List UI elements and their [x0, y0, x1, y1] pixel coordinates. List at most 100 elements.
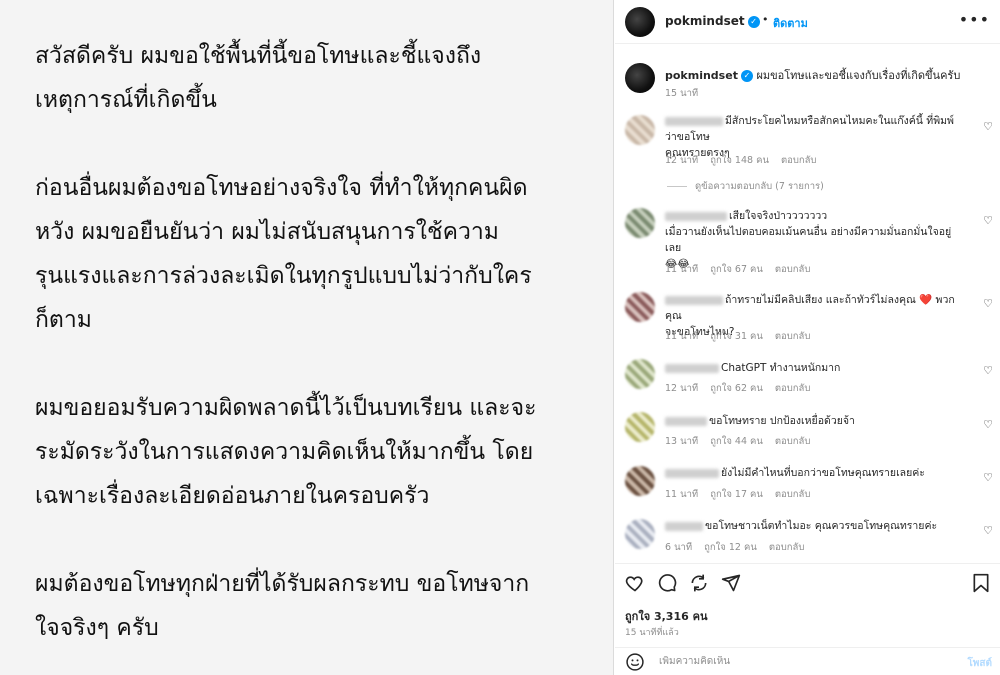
blurred-username[interactable] [665, 295, 723, 305]
comment-body: ขอโทษชาวเน็ตทำไมอะ คุณควรขอโทษคุณทรายค่ะ [665, 518, 965, 534]
statement-line: รุนแรงและการล่วงละเมิดในทุกรูปแบบไม่ว่าก… [35, 263, 532, 289]
comment-likes[interactable]: ถูกใจ 44 คน [710, 436, 763, 447]
comment-time: 12 นาที [665, 383, 699, 394]
reply-button[interactable]: ตอบกลับ [775, 264, 811, 275]
comment-meta: 12 นาที ถูกใจ 148 คน ตอบกลับ [665, 153, 828, 168]
commenter-avatar[interactable] [625, 115, 655, 145]
reply-button[interactable]: ตอบกลับ [775, 331, 811, 342]
commenter-avatar[interactable] [625, 519, 655, 549]
post-actions: ถูกใจ 3,316 คน 15 นาทีที่แล้ว โพสต์ [615, 563, 1000, 675]
comment-like-heart-icon[interactable]: ♡ [983, 214, 993, 227]
comment-like-heart-icon[interactable]: ♡ [983, 364, 993, 377]
comment-time: 6 นาที [665, 542, 693, 553]
statement-line: หวัง ผมขอยืนยันว่า ผมไม่สนับสนุนการใช้คว… [35, 219, 499, 245]
comment-likes[interactable]: ถูกใจ 148 คน [710, 155, 769, 166]
caption-time: 15 นาที [665, 88, 699, 99]
blurred-username[interactable] [665, 211, 727, 221]
commenter-avatar[interactable] [625, 359, 655, 389]
caption: pokmindset ✓ ผมขอโทษและขอชี้แจงกับเรื่องท… [665, 66, 960, 84]
comment-likes[interactable]: ถูกใจ 12 คน [704, 542, 757, 553]
statement-line: ก่อนอื่นผมต้องขอโทษอย่างจริงใจ ที่ทำให้ท… [35, 175, 528, 201]
blurred-username[interactable] [665, 116, 723, 126]
author-avatar[interactable] [625, 7, 655, 37]
comment-likes[interactable]: ถูกใจ 62 คน [710, 383, 763, 394]
comment-time: 11 นาที [665, 489, 699, 500]
caption-text: ผมขอโทษและขอชี้แจงกับเรื่องที่เกิดขึ้นคร… [756, 69, 961, 82]
blurred-username[interactable] [665, 416, 707, 426]
comment-input[interactable] [659, 656, 939, 667]
send-icon[interactable] [721, 573, 741, 593]
comment-meta: 6 นาที ถูกใจ 12 คน ตอบกลับ [665, 540, 816, 555]
comment-time: 11 นาที [665, 264, 699, 275]
comment-body: ยังไม่มีคำไหนที่บอกว่าขอโทษคุณทรายเลยค่ะ [665, 465, 965, 481]
blurred-username[interactable] [665, 468, 719, 478]
replies-divider [667, 186, 687, 187]
separator-dot: • [762, 13, 769, 26]
comment-meta: 11 นาที ถูกใจ 31 คน ตอบกลับ [665, 329, 822, 344]
reply-button[interactable]: ตอบกลับ [775, 489, 811, 500]
statement-paragraph: ผมขอยอมรับความผิดพลาดนี้ไว้เป็นบทเรียน แ… [35, 386, 595, 518]
commenter-avatar[interactable] [625, 292, 655, 322]
verified-badge-icon: ✓ [747, 15, 760, 28]
heart-icon[interactable] [625, 573, 645, 593]
comment-body: ChatGPT ทำงานหนักมาก [665, 360, 965, 376]
reply-button[interactable]: ตอบกลับ [775, 383, 811, 394]
comment-like-heart-icon[interactable]: ♡ [983, 471, 993, 484]
comment-time: 11 นาที [665, 331, 699, 342]
statement-line: เฉพาะเรื่องละเอียดอ่อนภายในครอบครัว [35, 483, 430, 509]
comment-text: ขอโทษชาวเน็ตทำไมอะ คุณควรขอโทษคุณทรายค่ะ [705, 520, 938, 532]
reply-button[interactable]: ตอบกลับ [769, 542, 805, 553]
comment-meta: 11 นาที ถูกใจ 17 คน ตอบกลับ [665, 487, 822, 502]
comment-icon[interactable] [657, 573, 677, 593]
statement-line: ใจจริงๆ ครับ [35, 615, 159, 641]
comment-like-heart-icon[interactable]: ♡ [983, 524, 993, 537]
blurred-username[interactable] [665, 363, 719, 373]
comment-bar: โพสต์ [615, 647, 1000, 675]
statement-line: ผมต้องขอโทษทุกฝ่ายที่ได้รับผลกระทบ ขอโทษ… [35, 571, 530, 597]
comment-likes[interactable]: ถูกใจ 31 คน [710, 331, 763, 342]
reply-button[interactable]: ตอบกลับ [775, 436, 811, 447]
comment-text: ยังไม่มีคำไหนที่บอกว่าขอโทษคุณทรายเลยค่ะ [721, 467, 925, 479]
statement-line: ก็ตาม [35, 307, 92, 333]
comment-meta: 11 นาที ถูกใจ 67 คน ตอบกลับ [665, 262, 822, 277]
comment-like-heart-icon[interactable]: ♡ [983, 120, 993, 133]
comment-text: เมื่อวานยังเห็นไปตอบคอมเม้นคนอื่น อย่างม… [665, 226, 952, 254]
statement-line: ผมขอยอมรับความผิดพลาดนี้ไว้เป็นบทเรียน แ… [35, 395, 537, 421]
statement-paragraph: สวัสดีครับ ผมขอใช้พื้นที่นี้ขอโทษและชี้แ… [35, 34, 595, 122]
follow-button[interactable]: ติดตาม [773, 14, 808, 32]
commenter-avatar[interactable] [625, 412, 655, 442]
author-username[interactable]: pokmindset [665, 14, 745, 28]
post-comment-button[interactable]: โพสต์ [967, 656, 992, 671]
verified-badge-icon: ✓ [740, 70, 753, 82]
statement-line: ระมัดระวังในการแสดงความคิดเห็นให้มากขึ้น… [35, 439, 534, 465]
comment-body: ขอโทษทราย ปกป้องเหยื่อด้วยจ้า [665, 413, 965, 429]
comment-like-heart-icon[interactable]: ♡ [983, 297, 993, 310]
author-username-row: pokmindset ✓ [665, 14, 760, 28]
post-image: สวัสดีครับ ผมขอใช้พื้นที่นี้ขอโทษและชี้แ… [0, 0, 614, 675]
emoji-icon[interactable] [625, 652, 645, 672]
statement-line: สวัสดีครับ ผมขอใช้พื้นที่นี้ขอโทษและชี้แ… [35, 43, 482, 69]
more-options-icon[interactable]: ••• [959, 10, 990, 29]
caption-username[interactable]: pokmindset [665, 69, 738, 82]
commenter-avatar[interactable] [625, 208, 655, 238]
comment-likes[interactable]: ถูกใจ 67 คน [710, 264, 763, 275]
share-icon[interactable] [689, 573, 709, 593]
commenter-avatar[interactable] [625, 466, 655, 496]
post-time: 15 นาทีที่แล้ว [625, 628, 679, 638]
comments-panel: pokmindset ✓ • ติดตาม ••• pokmindset ✓ ผมข… [615, 0, 1000, 675]
comment-time: 12 นาที [665, 155, 699, 166]
view-replies-button[interactable]: ดูข้อความตอบกลับ (7 รายการ) [695, 179, 824, 194]
reply-button[interactable]: ตอบกลับ [781, 155, 817, 166]
comment-time: 13 นาที [665, 436, 699, 447]
comment-text: เสียใจจริงป่าววววววว [729, 210, 828, 222]
comment-likes[interactable]: ถูกใจ 17 คน [710, 489, 763, 500]
comment-text: ChatGPT ทำงานหนักมาก [721, 362, 841, 374]
statement-line: เหตุการณ์ที่เกิดขึ้น [35, 87, 217, 113]
post-header: pokmindset ✓ • ติดตาม ••• [615, 0, 1000, 44]
comment-like-heart-icon[interactable]: ♡ [983, 418, 993, 431]
post-likes-count[interactable]: ถูกใจ 3,316 คน [625, 607, 707, 625]
comment-meta: 12 นาที ถูกใจ 62 คน ตอบกลับ [665, 381, 822, 396]
bookmark-icon[interactable] [972, 573, 990, 593]
blurred-username[interactable] [665, 521, 703, 531]
caption-avatar[interactable] [625, 63, 655, 93]
